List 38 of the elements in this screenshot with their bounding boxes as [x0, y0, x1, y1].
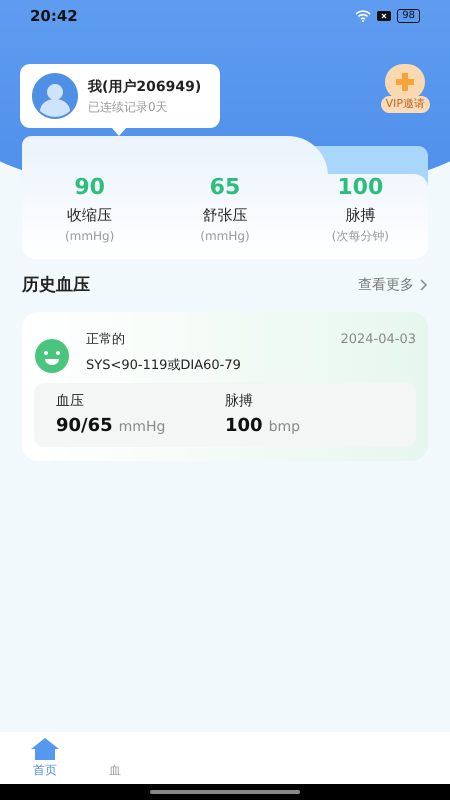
stat-label: 舒张压	[202, 205, 248, 226]
wifi-icon	[355, 10, 372, 22]
user-name: 我(用户206949)	[88, 78, 202, 96]
home-indicator[interactable]	[150, 790, 300, 794]
plus-icon	[395, 72, 416, 92]
record-date: 2024-04-03	[340, 331, 416, 349]
status-time: 20:42	[30, 6, 78, 27]
reading-value: 100	[225, 414, 263, 438]
stat-unit: (mmHg)	[200, 228, 250, 244]
nav-tab[interactable]: 首页	[10, 737, 80, 779]
bubble-pointer	[112, 128, 126, 136]
smiley-icon	[34, 338, 70, 374]
stat-unit: (mmHg)	[64, 228, 114, 244]
section-title: 历史血压	[22, 274, 90, 296]
stat-value: 90	[74, 174, 105, 202]
streak-text: 已连续记录0天	[88, 98, 169, 116]
range-text: SYS<90-119或DIA60-79	[86, 356, 241, 374]
reading-unit: bmp	[268, 418, 300, 437]
reading-value: 90/65	[56, 414, 113, 438]
chevron-right-icon	[420, 279, 428, 292]
reading-label: 脉搏	[225, 392, 254, 411]
reading-label: 血压	[56, 392, 85, 411]
home-icon	[30, 737, 60, 761]
battery-indicator: 98	[397, 9, 420, 23]
see-more-link[interactable]: 查看更多	[358, 274, 428, 296]
stat-label: 收缩压	[67, 205, 112, 226]
record-card[interactable]: 正常的 SYS<90-119或DIA60-79 2024-04-03 血压 90/65 mmHg 脉搏 100 bmp	[22, 312, 428, 461]
stat-unit: (次每分钟)	[332, 228, 389, 244]
stat-label: 脉搏	[345, 205, 376, 226]
stat-value: 65	[210, 174, 240, 202]
stat-value: 100	[337, 174, 384, 202]
status-text: 正常的	[86, 331, 126, 349]
vip-label: VIP邀请	[380, 96, 430, 112]
nav-tab[interactable]: 血	[80, 737, 150, 779]
sim-icon	[377, 11, 392, 21]
reading-unit: mmHg	[118, 418, 166, 437]
avatar-icon	[32, 73, 78, 119]
profile-bubble[interactable]: 我(用户206949) 已连续记录0天	[20, 64, 220, 128]
